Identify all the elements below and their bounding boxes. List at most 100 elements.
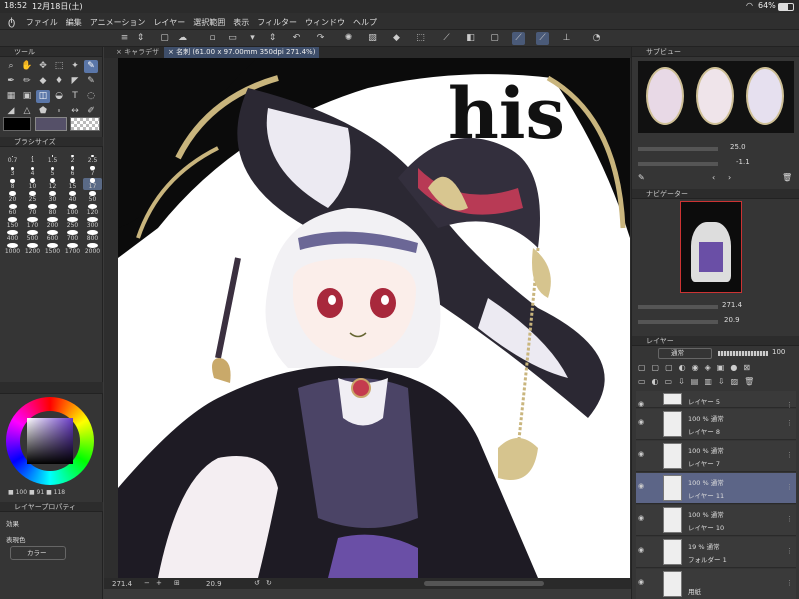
eye-icon[interactable]: ◉	[638, 578, 647, 586]
frame-tool-icon[interactable]: ▣	[20, 90, 34, 103]
brush-size-item[interactable]: 1000	[3, 243, 22, 255]
drag-handle-icon[interactable]: ⋮	[786, 419, 793, 427]
layer-row[interactable]: ◉ 100 % 通常 レイヤー 8 ⋮	[636, 409, 796, 440]
color-saturation-square[interactable]	[27, 418, 73, 464]
transform-icon[interactable]: ⬚	[414, 32, 427, 45]
brush-size-item[interactable]: 150	[3, 217, 22, 229]
prev-icon[interactable]: ‹	[712, 173, 715, 182]
menu-selection[interactable]: 選択範囲	[189, 14, 229, 31]
layer-row[interactable]: ◉ 100 % 通常 レイヤー 10 ⋮	[636, 505, 796, 536]
eyedropper-tool-icon[interactable]: ✎	[84, 60, 98, 73]
cloud-icon[interactable]: ☁	[176, 32, 189, 45]
drag-handle-icon[interactable]: ⋮	[786, 401, 793, 409]
tab-chara-design[interactable]: × キャラデザ	[112, 47, 163, 58]
brush-size-item[interactable]: 20	[3, 191, 22, 203]
brush-size-item[interactable]: 10	[23, 178, 42, 190]
hand-tool-icon[interactable]: ✋	[20, 60, 34, 73]
brush-size-item[interactable]: 500	[23, 230, 42, 242]
main-color-swatch[interactable]	[3, 117, 31, 131]
move-tool-icon[interactable]: ✥	[36, 60, 50, 73]
auto-select-icon[interactable]: ✦	[68, 60, 82, 73]
drag-handle-icon[interactable]: ⋮	[786, 483, 793, 491]
eye-icon[interactable]: ◉	[638, 418, 647, 426]
eye-icon[interactable]: ◉	[638, 482, 647, 490]
brush-size-item[interactable]: 400	[3, 230, 22, 242]
navigator-angle-slider[interactable]	[638, 320, 718, 324]
layer-row[interactable]: ◉ 19 % 通常 フォルダー 1 ⋮	[636, 537, 796, 568]
eye-icon[interactable]: ◉	[638, 450, 647, 458]
select-tool-icon[interactable]: ⬚	[52, 60, 66, 73]
zoom-fit-icon[interactable]: ⊞	[174, 579, 180, 587]
brush-size-item[interactable]: 1	[23, 152, 42, 164]
updown-icon[interactable]: ⇕	[134, 32, 147, 45]
save-icon[interactable]: ▾	[246, 32, 259, 45]
brush-size-item[interactable]: 80	[43, 204, 62, 216]
airbrush-icon[interactable]: ◤	[68, 75, 82, 88]
updown-icon-2[interactable]: ⇕	[266, 32, 279, 45]
deselect-icon[interactable]: ⟋	[440, 32, 453, 45]
app-logo-icon[interactable]: ტ	[0, 13, 19, 30]
brush-size-item[interactable]: 170	[23, 217, 42, 229]
loading-icon[interactable]: ✺	[342, 32, 355, 45]
brush-size-item[interactable]: 7	[83, 165, 102, 177]
sub-view-preview[interactable]	[638, 61, 794, 133]
sub-view-zoom-slider[interactable]	[638, 147, 718, 151]
menu-animation[interactable]: アニメーション	[86, 14, 150, 31]
artwork-canvas[interactable]: his	[118, 58, 630, 578]
menu-icon[interactable]: ≡	[118, 32, 131, 45]
eye-icon[interactable]: ◉	[638, 514, 647, 522]
brush-size-item[interactable]: 250	[63, 217, 82, 229]
menu-view[interactable]: 表示	[229, 14, 253, 31]
zoom-tool-icon[interactable]: ⌕	[4, 60, 18, 73]
drag-handle-icon[interactable]: ⋮	[786, 515, 793, 523]
sub-color-swatch[interactable]	[35, 117, 67, 131]
brush-tool-icon[interactable]: ♦	[52, 75, 66, 88]
brush-size-item[interactable]: 17	[83, 178, 102, 190]
layer-toolbar-2[interactable]: ▭◐▭⇩▤▥⇩▨🗑	[638, 377, 794, 389]
menu-filter[interactable]: フィルター	[253, 14, 301, 31]
redo-icon[interactable]: ↷	[314, 32, 327, 45]
brush-size-item[interactable]: 1.5	[43, 152, 62, 164]
brush-size-item[interactable]: 100	[63, 204, 82, 216]
expression-color-select[interactable]: カラー	[10, 546, 66, 560]
brush-size-item[interactable]: 30	[43, 191, 62, 203]
eyedropper-icon[interactable]: ✎	[638, 173, 645, 182]
select-all-icon[interactable]: ▢	[488, 32, 501, 45]
drag-handle-icon[interactable]: ⋮	[786, 451, 793, 459]
undo-icon[interactable]: ↶	[290, 32, 303, 45]
new-file-icon[interactable]: ▢	[158, 32, 171, 45]
pen-tool-icon[interactable]: ✒	[4, 75, 18, 88]
eraser-tool-icon[interactable]: ◆	[36, 75, 50, 88]
brush-size-item[interactable]: 1700	[63, 243, 82, 255]
delete-icon[interactable]: 🗑	[782, 173, 792, 182]
menu-help[interactable]: ヘルプ	[349, 14, 381, 31]
eye-icon[interactable]: ◉	[638, 400, 647, 408]
brush-size-item[interactable]: 0.7	[3, 152, 22, 164]
balloon-tool-icon[interactable]: ◌	[84, 90, 98, 103]
opacity-slider[interactable]	[718, 351, 768, 356]
zoom-in-icon[interactable]: +	[156, 579, 162, 587]
brush-size-item[interactable]: 5	[43, 165, 62, 177]
invert-selection-icon[interactable]: ◧	[464, 32, 477, 45]
brush-size-item[interactable]: 15	[63, 178, 82, 190]
ruler-snap-icon[interactable]: ⟋	[512, 32, 525, 45]
layer-row[interactable]: ◉ 100 % 通常 レイヤー 7 ⋮	[636, 441, 796, 472]
drag-handle-icon[interactable]: ⋮	[786, 579, 793, 587]
brush-size-item[interactable]: 1500	[43, 243, 62, 255]
horizontal-scrollbar[interactable]	[424, 581, 544, 586]
menu-file[interactable]: ファイル	[22, 14, 62, 31]
layer-row[interactable]: ◉ レイヤー 5 ⋮	[636, 391, 796, 409]
brush-size-item[interactable]: 1200	[23, 243, 42, 255]
eye-icon[interactable]: ◉	[638, 546, 647, 554]
menu-edit[interactable]: 編集	[62, 14, 86, 31]
brush-size-item[interactable]: 40	[63, 191, 82, 203]
fill-tool-icon[interactable]: ◫	[36, 90, 50, 103]
transparent-color-swatch[interactable]	[70, 117, 100, 131]
brush-size-item[interactable]: 50	[83, 191, 102, 203]
rotate-left-icon[interactable]: ↺	[254, 579, 260, 587]
brush-size-item[interactable]: 700	[63, 230, 82, 242]
text-tool-icon[interactable]: T	[68, 90, 82, 103]
brush-size-item[interactable]: 60	[3, 204, 22, 216]
navigator-zoom-slider[interactable]	[638, 305, 718, 309]
grid-snap-icon[interactable]: ⊥	[560, 32, 573, 45]
